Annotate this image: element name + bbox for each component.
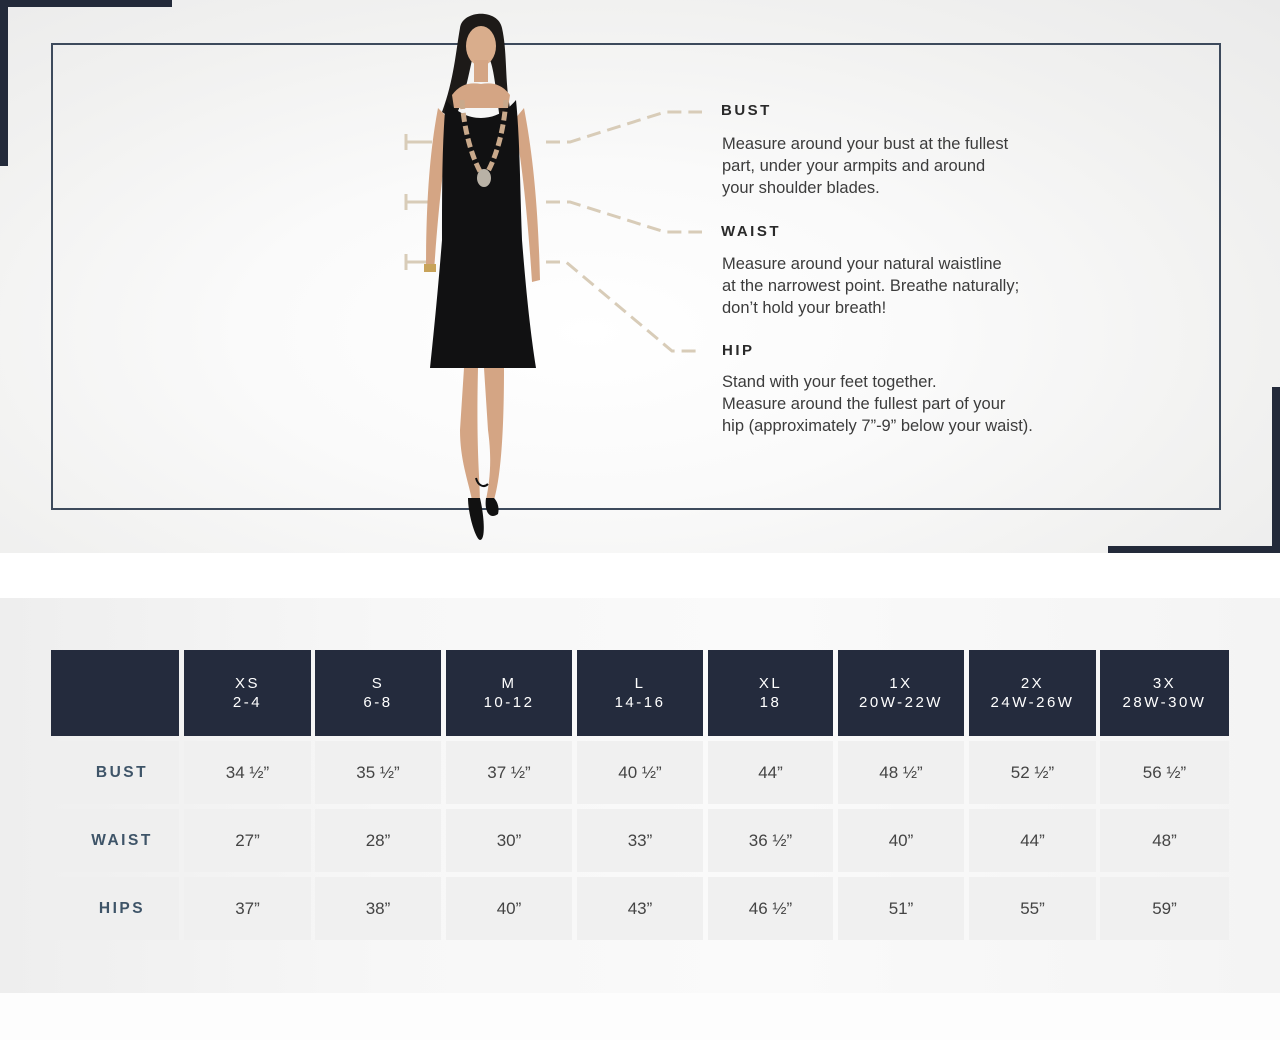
measurement-cell: 44” bbox=[708, 741, 833, 804]
size-header-cell: M 10-12 bbox=[446, 650, 572, 736]
size-letter: XS bbox=[234, 675, 260, 692]
size-letter: 2X bbox=[1020, 675, 1045, 692]
size-numeric: 18 bbox=[759, 694, 782, 711]
measurement-cell: 55” bbox=[969, 877, 1096, 940]
measurement-cell: 40” bbox=[838, 809, 964, 872]
measurement-cell: 34 ½” bbox=[184, 741, 311, 804]
waist-heading: WAIST bbox=[721, 223, 781, 240]
bust-heading: BUST bbox=[721, 102, 772, 119]
size-numeric: 20W-22W bbox=[859, 694, 943, 711]
size-letter: M bbox=[501, 675, 517, 692]
row-label: HIPS bbox=[51, 877, 179, 940]
size-header-cell: L 14-16 bbox=[577, 650, 703, 736]
measurement-cell: 28” bbox=[315, 809, 441, 872]
size-header-cell: S 6-8 bbox=[315, 650, 441, 736]
measurement-cell: 52 ½” bbox=[969, 741, 1096, 804]
waist-instructions: Measure around your natural waistline at… bbox=[722, 255, 1020, 317]
measurement-cell: 38” bbox=[315, 877, 441, 940]
measurement-cell: 43” bbox=[577, 877, 703, 940]
measurement-cell: 27” bbox=[184, 809, 311, 872]
size-letter: 1X bbox=[889, 675, 913, 692]
table-header-corner bbox=[51, 650, 179, 736]
size-numeric: 6-8 bbox=[363, 694, 393, 711]
size-header-cell: 3X 28W-30W bbox=[1100, 650, 1229, 736]
row-label: WAIST bbox=[51, 809, 179, 872]
measurement-cell: 59” bbox=[1100, 877, 1229, 940]
bust-instructions: Measure around your bust at the fullest … bbox=[722, 135, 1009, 197]
measurement-cell: 37 ½” bbox=[446, 741, 572, 804]
measurement-cell: 33” bbox=[577, 809, 703, 872]
measurement-guide-lines bbox=[404, 110, 702, 353]
size-header-cell: 2X 24W-26W bbox=[969, 650, 1096, 736]
measurement-cell: 37” bbox=[184, 877, 311, 940]
size-header-cell: XL 18 bbox=[708, 650, 833, 736]
size-numeric: 28W-30W bbox=[1122, 694, 1207, 711]
measurement-cell: 35 ½” bbox=[315, 741, 441, 804]
size-numeric: 10-12 bbox=[483, 694, 535, 711]
measurement-cell: 44” bbox=[969, 809, 1096, 872]
measurement-cell: 30” bbox=[446, 809, 572, 872]
model-figure bbox=[424, 13, 540, 540]
size-letter: L bbox=[634, 675, 646, 692]
measurement-guide: BUST Measure around your bust at the ful… bbox=[0, 0, 1280, 553]
size-numeric: 2-4 bbox=[232, 694, 263, 711]
size-numeric: 24W-26W bbox=[990, 694, 1075, 711]
size-letter: 3X bbox=[1152, 675, 1177, 692]
measurement-cell: 48” bbox=[1100, 809, 1229, 872]
size-letter: S bbox=[371, 675, 385, 692]
measurement-cell: 40” bbox=[446, 877, 572, 940]
measurement-cell: 51” bbox=[838, 877, 964, 940]
size-numeric: 14-16 bbox=[614, 694, 666, 711]
measurement-cell: 56 ½” bbox=[1100, 741, 1229, 804]
row-label: BUST bbox=[51, 741, 179, 804]
measurement-cell: 40 ½” bbox=[577, 741, 703, 804]
measurement-cell: 36 ½” bbox=[708, 809, 833, 872]
hip-instructions: Stand with your feet together. Measure a… bbox=[722, 373, 1033, 435]
measurement-cell: 48 ½” bbox=[838, 741, 964, 804]
size-header-cell: XS 2-4 bbox=[184, 650, 311, 736]
size-letter: XL bbox=[758, 675, 783, 692]
size-header-cell: 1X 20W-22W bbox=[838, 650, 964, 736]
measurement-cell: 46 ½” bbox=[708, 877, 833, 940]
hip-heading: HIP bbox=[722, 342, 755, 359]
